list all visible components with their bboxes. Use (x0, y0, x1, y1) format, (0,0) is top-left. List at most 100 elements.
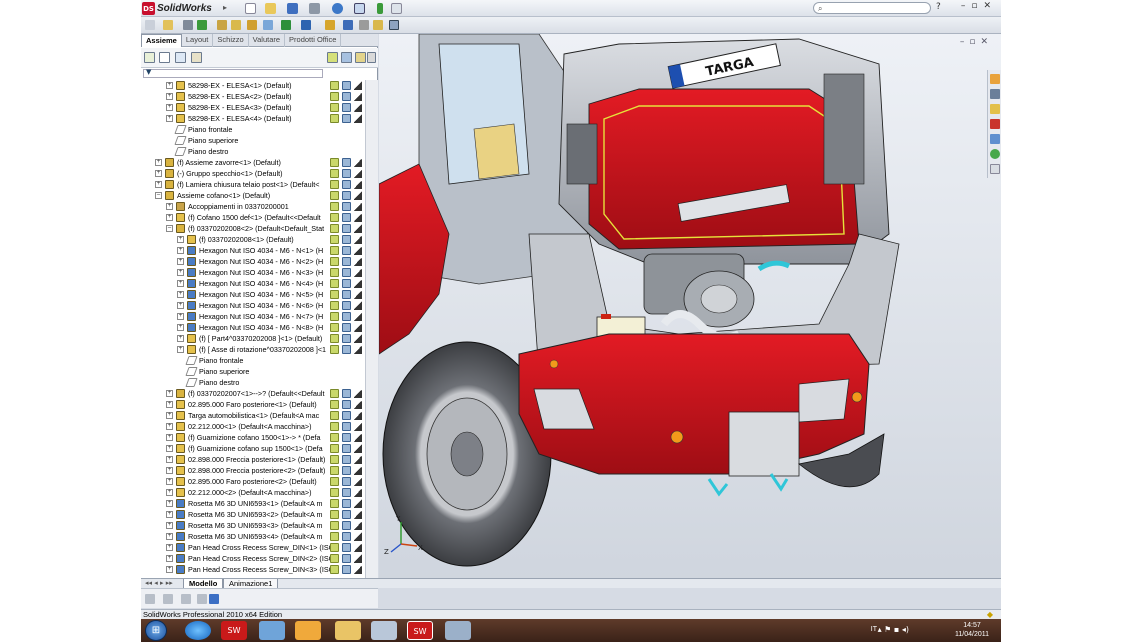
appearance-swatch-icon[interactable] (342, 400, 351, 409)
tree-item[interactable]: +02.895.000 Faro posteriore<2> (Default) (141, 476, 378, 487)
property-manager-icon[interactable] (159, 52, 170, 63)
configuration-manager-icon[interactable] (175, 52, 186, 63)
display-state-icon[interactable] (330, 312, 339, 321)
display-states-icon[interactable] (341, 52, 352, 63)
motion-icon-4[interactable] (197, 594, 207, 604)
appearance-swatch-icon[interactable] (342, 235, 351, 244)
custom-properties-icon[interactable] (990, 164, 1000, 174)
expand-icon[interactable]: + (166, 522, 173, 529)
appearance-swatch-icon[interactable] (342, 114, 351, 123)
mate-icon[interactable] (163, 20, 173, 30)
shading-mode-icon[interactable] (354, 477, 362, 486)
expand-icon[interactable]: + (166, 478, 173, 485)
tab-prodotti-office[interactable]: Prodotti Office (285, 34, 342, 47)
tree-item[interactable]: + Rosetta M6 3D UNI6593<2> (Default<A m (141, 509, 378, 520)
shading-mode-icon[interactable] (354, 345, 362, 354)
shading-mode-icon[interactable] (354, 81, 362, 90)
shading-mode-icon[interactable] (354, 543, 362, 552)
tree-scrollbar[interactable] (365, 80, 378, 580)
display-state-icon[interactable] (330, 389, 339, 398)
tree-item[interactable]: + (f) 03370202008<1> (Default) (141, 234, 378, 245)
tree-item[interactable]: + Hexagon Nut ISO 4034 - M6 - N<7> (H (141, 311, 378, 322)
shading-mode-icon[interactable] (354, 466, 362, 475)
shading-mode-icon[interactable] (354, 103, 362, 112)
expand-icon[interactable]: + (166, 401, 173, 408)
tree-item[interactable]: Piano frontale (141, 124, 378, 135)
help-button[interactable]: ? (936, 2, 941, 12)
shading-mode-icon[interactable] (354, 444, 362, 453)
save-icon[interactable] (287, 3, 298, 14)
tab-assieme[interactable]: Assieme (141, 34, 182, 47)
appearance-swatch-icon[interactable] (342, 532, 351, 541)
display-state-icon[interactable] (330, 345, 339, 354)
insert-component-icon[interactable] (145, 20, 155, 30)
tree-item[interactable]: +02.898.000 Freccia posteriore<2> (Defau… (141, 465, 378, 476)
expand-icon[interactable]: + (166, 434, 173, 441)
display-state-icon[interactable] (330, 554, 339, 563)
tree-item[interactable]: +58298-EX - ELESA<1> (Default) (141, 80, 378, 91)
tab-layout[interactable]: Layout (182, 34, 214, 47)
language-indicator[interactable]: IT (871, 626, 877, 633)
display-state-icon[interactable] (330, 422, 339, 431)
appearance-swatch-icon[interactable] (342, 279, 351, 288)
appearance-swatch-icon[interactable] (342, 345, 351, 354)
appearance-swatch-icon[interactable] (342, 433, 351, 442)
expand-icon[interactable]: + (166, 533, 173, 540)
tree-item[interactable]: +02.895.000 Faro posteriore<1> (Default) (141, 399, 378, 410)
appearance-swatch-icon[interactable] (342, 158, 351, 167)
appearance-swatch-icon[interactable] (342, 466, 351, 475)
shading-mode-icon[interactable] (354, 334, 362, 343)
display-state-icon[interactable] (330, 180, 339, 189)
instant3d-icon[interactable] (389, 20, 399, 30)
solidworks-taskbar-icon[interactable]: SW (221, 621, 247, 640)
tree-item[interactable]: + Rosetta M6 3D UNI6593<1> (Default<A m (141, 498, 378, 509)
tree-filter-field[interactable]: ▼ (143, 68, 323, 78)
expand-icon[interactable]: + (177, 280, 184, 287)
explode-line-icon[interactable] (359, 20, 369, 30)
appearance-swatch-icon[interactable] (342, 323, 351, 332)
tree-item[interactable]: + Accoppiamenti in 03370200001 (141, 201, 378, 212)
expand-icon[interactable]: + (177, 302, 184, 309)
expand-icon[interactable]: + (166, 93, 173, 100)
print-icon[interactable] (309, 3, 320, 14)
tree-item[interactable]: + Pan Head Cross Recess Screw_DIN<2> (ISC (141, 553, 378, 564)
shading-mode-icon[interactable] (354, 411, 362, 420)
appearance-swatch-icon[interactable] (342, 290, 351, 299)
tree-item[interactable]: +02.898.000 Freccia posteriore<1> (Defau… (141, 454, 378, 465)
expand-icon[interactable]: + (177, 236, 184, 243)
solidworks-active-icon[interactable]: SW (407, 621, 433, 640)
expand-icon[interactable]: + (166, 412, 173, 419)
move-component-icon[interactable] (217, 20, 227, 30)
expand-icon[interactable]: + (166, 203, 173, 210)
display-state-icon[interactable] (330, 246, 339, 255)
display-state-icon[interactable] (330, 543, 339, 552)
appearance-swatch-icon[interactable] (342, 103, 351, 112)
appearance-swatch-icon[interactable] (342, 312, 351, 321)
exploded-view-icon[interactable] (343, 20, 353, 30)
appearance-swatch-icon[interactable] (342, 510, 351, 519)
solidworks-resources-icon[interactable] (990, 74, 1000, 84)
start-button[interactable]: ⊞ (145, 620, 167, 641)
appearance-swatch-icon[interactable] (342, 455, 351, 464)
tree-item[interactable]: + (f) Lamiera chiusura telaio post<1> (De… (141, 179, 378, 190)
display-state-icon[interactable] (330, 565, 339, 574)
expand-icon[interactable]: + (166, 555, 173, 562)
shading-mode-icon[interactable] (354, 279, 362, 288)
shading-mode-icon[interactable] (354, 433, 362, 442)
tree-item[interactable]: + Rosetta M6 3D UNI6593<3> (Default<A m (141, 520, 378, 531)
display-state-icon[interactable] (330, 400, 339, 409)
display-state-icon[interactable] (330, 103, 339, 112)
expand-icon[interactable]: + (166, 214, 173, 221)
display-state-icon[interactable] (330, 521, 339, 530)
shading-mode-icon[interactable] (354, 92, 362, 101)
rebuild-traffic-icon[interactable] (377, 3, 383, 14)
tree-item[interactable]: + (f) [ Part4^03370202008 ]<1> (Default) (141, 333, 378, 344)
appearance-swatch-icon[interactable] (342, 268, 351, 277)
appearance-swatch-icon[interactable] (342, 301, 351, 310)
calculator-icon[interactable] (259, 621, 285, 640)
display-state-icon[interactable] (330, 466, 339, 475)
open-folder-icon[interactable] (265, 3, 276, 14)
tree-item[interactable]: + Hexagon Nut ISO 4034 - M6 - N<1> (H (141, 245, 378, 256)
tree-item[interactable]: + Pan Head Cross Recess Screw_DIN<1> (ISC (141, 542, 378, 553)
tree-item[interactable]: + Hexagon Nut ISO 4034 - M6 - N<6> (H (141, 300, 378, 311)
